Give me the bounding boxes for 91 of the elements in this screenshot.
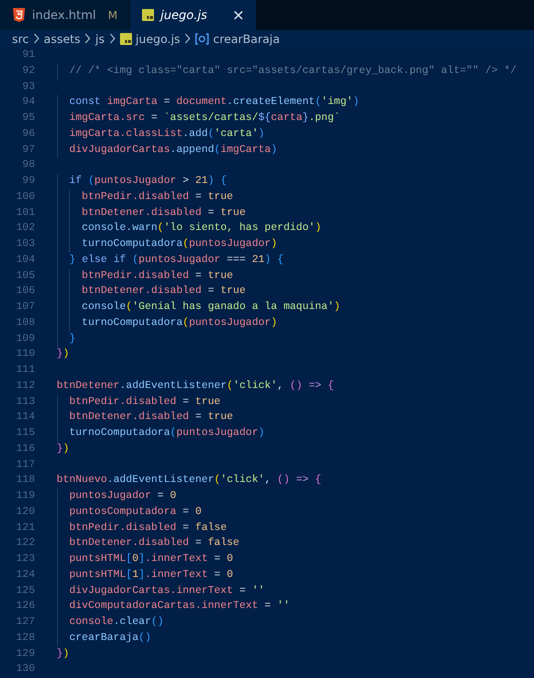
line-number: 93	[21, 80, 35, 94]
line-number: 111	[15, 363, 35, 378]
code-line: btnPedir.disabled = true	[68, 396, 220, 408]
breadcrumb-item[interactable]: src	[12, 32, 29, 46]
line-number: 107	[15, 300, 35, 315]
breadcrumb-item[interactable]: crearBaraja	[213, 32, 280, 46]
line-number: 104	[15, 252, 35, 268]
line-number: 114	[15, 410, 35, 426]
code-line: imgCarta.classList.add('carta')	[68, 128, 265, 140]
modified-status-label: M	[108, 8, 118, 22]
line-number: 118	[15, 473, 35, 488]
code-line: console.warn('lo siento, has perdido')	[80, 222, 322, 234]
code-line: btnDetener.disabled = true	[68, 411, 234, 424]
code-line: // /* <img class="carta" src="assets/cartas/grey_back.png" alt="" /> */	[68, 64, 517, 77]
line-number: 115	[15, 426, 35, 441]
code-line: btnPedir.disabled = true	[80, 270, 234, 282]
line-number: 121	[15, 520, 35, 536]
breadcrumb-item[interactable]: juego.js	[136, 32, 180, 46]
line-number: 102	[15, 221, 35, 236]
line-number: 124	[15, 568, 35, 583]
line-number: 116	[15, 442, 35, 457]
line-number: 100	[15, 190, 35, 205]
code-line: btnNuevo.addEventListener('click', () => {	[56, 474, 322, 486]
code-line: btnPedir.disabled = true	[80, 190, 234, 203]
line-number: 123	[15, 552, 35, 567]
js-file-icon	[120, 32, 132, 44]
line-number: 97	[21, 142, 35, 158]
html-file-icon	[12, 7, 26, 23]
js-file-icon	[142, 9, 154, 21]
code-line: })	[56, 442, 70, 455]
line-number: 119	[15, 489, 35, 504]
code-line: puntsHTML[1].innerText = 0	[68, 568, 234, 581]
code-line: }	[68, 332, 76, 344]
code-line: console('Genial has ganado a la maquina')	[80, 301, 340, 313]
code-line: puntosComputadora = 0	[68, 506, 202, 518]
line-number: 98	[21, 158, 35, 174]
line-number: 127	[15, 615, 35, 630]
line-number: 106	[15, 284, 35, 300]
code-line: turnoComputadora(puntosJugador)	[80, 238, 278, 250]
variable-symbol-icon	[195, 32, 210, 44]
line-number: 108	[15, 316, 35, 331]
code-line: divComputadoraCartas.innerText = ''	[68, 600, 290, 612]
line-number: 130	[15, 662, 35, 678]
chevron-icon	[84, 33, 92, 44]
chevron-icon	[184, 33, 192, 44]
code-line: puntosJugador = 0	[68, 490, 176, 502]
code-line: imgCarta.src = `assets/cartas/${carta}.png`	[68, 112, 340, 124]
line-number: 95	[21, 111, 35, 126]
line-number: 113	[15, 394, 35, 410]
line-number: 126	[15, 599, 35, 614]
line-number: 110	[15, 347, 35, 362]
code-line: turnoComputadora(puntosJugador)	[80, 316, 278, 329]
breadcrumb-item[interactable]: assets	[44, 32, 80, 46]
line-number: 99	[21, 174, 35, 189]
code-line: turnoComputadora(puntosJugador)	[68, 427, 265, 439]
close-button[interactable]: ×	[229, 6, 248, 24]
code-line: btnDetener.disabled = false	[68, 537, 240, 550]
code-line: crearBaraja()	[68, 632, 152, 644]
code-line: btnDetener.disabled = true	[80, 206, 246, 218]
line-number: 112	[15, 378, 35, 394]
line-number: 122	[15, 536, 35, 552]
code-line: divJugadorCartas.append(imgCarta)	[68, 144, 278, 156]
code-line: } else if (puntosJugador === 21) {	[68, 254, 284, 266]
code-line: if (puntosJugador > 21) {	[68, 175, 227, 187]
code-line: })	[56, 348, 70, 360]
line-number: 125	[15, 584, 35, 598]
code-line: btnDetener.disabled = true	[80, 285, 246, 298]
line-number: 105	[15, 268, 35, 284]
line-number: 128	[15, 630, 35, 646]
code-line: puntsHTML[0].innerText = 0	[68, 553, 234, 565]
code-line: const imgCarta = document.createElement('img')	[68, 96, 360, 108]
chevron-icon	[32, 33, 40, 44]
chevron-icon	[108, 33, 116, 44]
line-number: 96	[21, 126, 35, 142]
line-number: 91	[21, 48, 35, 63]
code-line: console.clear()	[68, 616, 164, 628]
code-line: divJugadorCartas.innerText = ''	[68, 584, 265, 596]
code-line: })	[56, 648, 70, 660]
code-line: btnPedir.disabled = false	[68, 522, 227, 534]
line-number: 92	[21, 64, 35, 79]
breadcrumb-item[interactable]: js	[95, 32, 105, 46]
line-number: 94	[21, 95, 35, 110]
editor-tab[interactable]: index.html M	[0, 0, 130, 30]
code-line: btnDetener.addEventListener('click', () => {	[56, 380, 334, 392]
line-number: 109	[15, 332, 35, 346]
line-number: 129	[15, 646, 35, 662]
line-number: 120	[15, 504, 35, 520]
line-number: 101	[15, 206, 35, 220]
line-number: 117	[15, 458, 35, 472]
line-number: 103	[15, 237, 35, 252]
editor-tab[interactable]: juego.js ×	[130, 0, 257, 30]
